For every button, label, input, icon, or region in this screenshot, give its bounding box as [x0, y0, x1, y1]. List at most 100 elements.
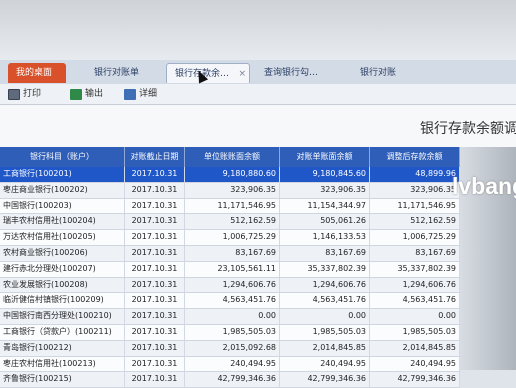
table-row[interactable]: 青岛银行(100212) 2017.10.31 2,015,092.68 2,014,… [0, 340, 460, 357]
table-cell: 2017.10.31 [125, 372, 185, 388]
table-cell: 505,061.26 [280, 214, 370, 230]
table-cell: 42,799,346.36 [185, 372, 280, 388]
table-cell: 1,985,505.03 [280, 324, 370, 340]
table-cell: 临沂健信村镇银行(100209) [0, 293, 125, 309]
table-cell: 2,015,092.68 [185, 340, 280, 356]
table-cell: 240,494.95 [185, 356, 280, 372]
table-cell: 2017.10.31 [125, 261, 185, 277]
table-cell: 4,563,451.76 [280, 293, 370, 309]
table-cell: 中国银行南西分理处(100210) [0, 309, 125, 324]
table-cell: 240,494.95 [370, 356, 460, 372]
table-row[interactable]: 农村商业银行(100206) 2017.10.31 83,167.69 83,167.… [0, 245, 460, 262]
table-row[interactable]: 瑞丰农村信用社(100204) 2017.10.31 512,162.59 505,0… [0, 214, 460, 231]
tab-bank-reconcile[interactable]: 银行对账 [352, 63, 412, 83]
export-icon [70, 88, 82, 100]
column-header[interactable]: 对账截止日期 [125, 147, 185, 167]
watermark-text: lvbang [452, 173, 516, 199]
table-cell: 2017.10.31 [125, 198, 185, 214]
table-cell: 42,799,346.36 [370, 372, 460, 388]
table-cell: 1,294,606.76 [370, 277, 460, 293]
print-button[interactable]: 打印 [8, 86, 41, 102]
table-cell: 1,985,505.03 [370, 324, 460, 340]
table-cell: 2,014,845.85 [370, 340, 460, 356]
table-cell: 11,154,344.97 [280, 198, 370, 214]
column-header[interactable]: 调整后存款余额 [370, 147, 460, 167]
table-cell: 2017.10.31 [125, 167, 185, 182]
column-header[interactable]: 银行科目（账户） [0, 147, 125, 167]
table-cell: 83,167.69 [185, 245, 280, 261]
table-cell: 农业发展银行(100208) [0, 277, 125, 293]
table-cell: 2017.10.31 [125, 230, 185, 245]
table-row[interactable]: 万达农村信用社(100205) 2017.10.31 1,006,725.29 1,1… [0, 230, 460, 246]
table-row[interactable]: 工商银行(100201) 2017.10.31 9,180,880.60 9,180,… [0, 167, 460, 183]
column-header[interactable]: 对账单账面余额 [280, 147, 370, 167]
table-row[interactable]: 临沂健信村镇银行(100209) 2017.10.31 4,563,451.76 4,… [0, 293, 460, 310]
table-cell: 枣庄农村信用社(100213) [0, 356, 125, 372]
export-button[interactable]: 输出 [70, 86, 103, 102]
table-cell: 1,006,725.29 [370, 230, 460, 245]
table-cell: 9,180,845.60 [280, 167, 370, 182]
table-cell: 23,105,561.11 [185, 261, 280, 277]
column-header[interactable]: 单位账账面余额 [185, 147, 280, 167]
table-cell: 35,337,802.39 [370, 261, 460, 277]
table-cell: 中国银行(100203) [0, 198, 125, 214]
table-cell: 万达农村信用社(100205) [0, 230, 125, 245]
table-cell: 2017.10.31 [125, 245, 185, 261]
close-icon[interactable]: × [238, 64, 246, 84]
table-row[interactable]: 齐鲁银行(100215) 2017.10.31 42,799,346.36 42,79… [0, 372, 460, 388]
export-label: 输出 [85, 89, 104, 99]
detail-button[interactable]: 详细 [124, 86, 157, 102]
table-cell: 0.00 [280, 309, 370, 324]
tab-bar: 我的桌面 银行对账单 银行存款余… × 查询银行勾… 银行对账 [0, 60, 516, 85]
table-cell: 1,294,606.76 [185, 277, 280, 293]
table-cell: 240,494.95 [280, 356, 370, 372]
table-cell: 2017.10.31 [125, 182, 185, 198]
table-cell: 323,906.35 [185, 182, 280, 198]
table-cell: 0.00 [370, 309, 460, 324]
table-cell: 1,146,133.53 [280, 230, 370, 245]
print-label: 打印 [23, 89, 42, 99]
table-cell: 323,906.35 [280, 182, 370, 198]
table-cell: 11,171,546.95 [185, 198, 280, 214]
table-row[interactable]: 枣庄商业银行(100202) 2017.10.31 323,906.35 323,90… [0, 182, 460, 199]
tab-query-bank-check[interactable]: 查询银行勾… [256, 63, 344, 83]
table-cell: 农村商业银行(100206) [0, 245, 125, 261]
table-cell: 2017.10.31 [125, 293, 185, 309]
toolbar: 打印 输出 详细 [0, 84, 516, 105]
table-row[interactable]: 中国银行(100203) 2017.10.31 11,171,546.95 11,15… [0, 198, 460, 215]
printer-icon [8, 88, 20, 100]
table-cell: 建行赤北分理处(100207) [0, 261, 125, 277]
balance-table: 银行科目（账户） 对账截止日期 单位账账面余额 对账单账面余额 调整后存款余额 … [0, 147, 460, 388]
table-cell: 42,799,346.36 [280, 372, 370, 388]
table-cell: 0.00 [185, 309, 280, 324]
table-cell: 9,180,880.60 [185, 167, 280, 182]
table-cell: 齐鲁银行(100215) [0, 372, 125, 388]
table-cell: 2017.10.31 [125, 277, 185, 293]
table-row[interactable]: 农业发展银行(100208) 2017.10.31 1,294,606.76 1,29… [0, 277, 460, 294]
tab-bank-balance[interactable]: 银行存款余… × [166, 63, 250, 83]
table-cell: 2017.10.31 [125, 340, 185, 356]
table-cell: 1,006,725.29 [185, 230, 280, 245]
table-cell: 83,167.69 [280, 245, 370, 261]
table-row[interactable]: 工商银行（贷款户）(100211) 2017.10.31 1,985,505.03 1… [0, 324, 460, 341]
table-cell: 512,162.59 [185, 214, 280, 230]
tab-home[interactable]: 我的桌面 [8, 63, 66, 83]
table-cell: 4,563,451.76 [370, 293, 460, 309]
table-cell: 2017.10.31 [125, 309, 185, 324]
table-cell: 青岛银行(100212) [0, 340, 125, 356]
detail-icon [124, 88, 136, 100]
table-header: 银行科目（账户） 对账截止日期 单位账账面余额 对账单账面余额 调整后存款余额 [0, 147, 460, 167]
table-cell: 工商银行(100201) [0, 167, 125, 182]
tab-bank-statement[interactable]: 银行对账单 [86, 63, 162, 83]
table-cell: 323,906.35 [370, 182, 460, 198]
table-cell: 瑞丰农村信用社(100204) [0, 214, 125, 230]
table-row[interactable]: 中国银行南西分理处(100210) 2017.10.31 0.00 0.00 0.00 [0, 309, 460, 325]
table-row[interactable]: 建行赤北分理处(100207) 2017.10.31 23,105,561.11 35… [0, 261, 460, 278]
table-cell: 2017.10.31 [125, 214, 185, 230]
detail-label: 详细 [139, 89, 158, 99]
table-cell: 35,337,802.39 [280, 261, 370, 277]
table-cell: 1,985,505.03 [185, 324, 280, 340]
table-cell: 2017.10.31 [125, 324, 185, 340]
table-cell: 512,162.59 [370, 214, 460, 230]
table-body: 工商银行(100201) 2017.10.31 9,180,880.60 9,180,… [0, 167, 460, 388]
